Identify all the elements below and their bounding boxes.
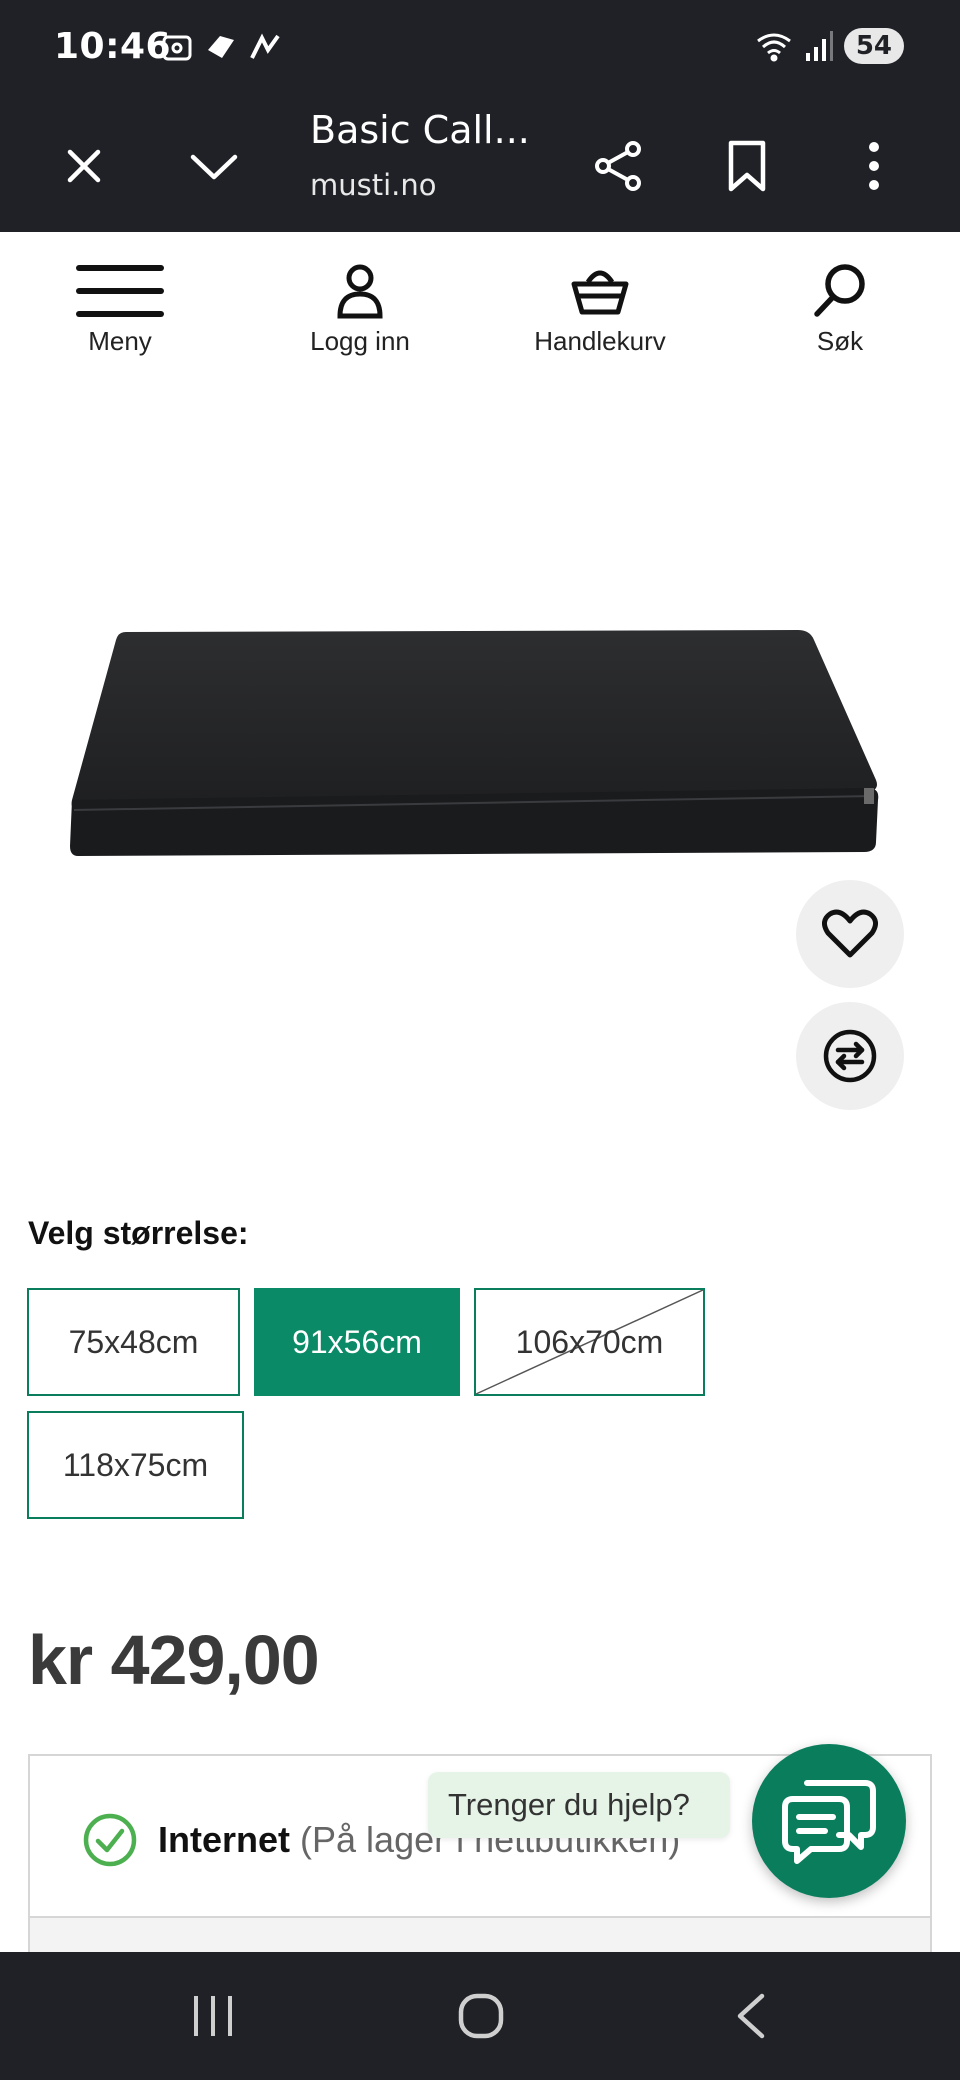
bookmark-icon xyxy=(728,140,766,192)
availability-channel: Internet xyxy=(158,1819,291,1860)
status-right: 54 xyxy=(754,28,904,64)
login-label: Logg inn xyxy=(310,326,410,356)
status-notification-icons xyxy=(160,30,282,64)
back-button[interactable] xyxy=(716,1984,786,2048)
user-icon xyxy=(337,264,383,319)
size-option-118x75[interactable]: 118x75cm xyxy=(27,1411,244,1519)
size-option-label: 75x48cm xyxy=(68,1323,199,1360)
close-button[interactable] xyxy=(54,136,114,196)
collapse-button[interactable] xyxy=(184,136,244,196)
cart-label: Handlekurv xyxy=(534,326,666,356)
heart-icon xyxy=(822,909,878,958)
hamburger-menu-icon xyxy=(76,265,164,317)
home-button[interactable] xyxy=(446,1984,516,2048)
chat-button[interactable] xyxy=(752,1744,906,1898)
product-price: kr 429,00 xyxy=(28,1621,320,1699)
basket-icon xyxy=(571,270,629,315)
size-option-106x70[interactable]: 106x70cm xyxy=(474,1288,705,1396)
size-option-75x48[interactable]: 75x48cm xyxy=(27,1288,240,1396)
menu-label: Meny xyxy=(88,326,152,356)
search-button[interactable]: Søk xyxy=(760,262,920,357)
share-button[interactable] xyxy=(588,136,648,196)
home-icon xyxy=(458,1993,504,2039)
search-label: Søk xyxy=(816,326,864,356)
dog-mattress-image xyxy=(70,630,879,856)
page-title: Basic Call... xyxy=(310,108,530,152)
wifi-icon xyxy=(756,33,791,62)
size-option-label: 118x75cm xyxy=(62,1446,209,1483)
search-icon xyxy=(814,264,865,317)
login-button[interactable]: Logg inn xyxy=(280,262,440,357)
recent-apps-button[interactable] xyxy=(178,1984,248,2048)
help-bubble[interactable]: Trenger du hjelp? xyxy=(428,1772,730,1838)
chat-icon xyxy=(782,1780,876,1864)
screenshot-icon xyxy=(162,35,192,61)
status-bar: 10:46 54 xyxy=(0,0,960,100)
cart-button[interactable]: Handlekurv xyxy=(520,262,680,357)
favorite-button[interactable] xyxy=(796,880,904,988)
page-url[interactable]: musti.no xyxy=(310,168,437,202)
app-notification-icon xyxy=(250,33,280,59)
status-time: 10:46 xyxy=(54,26,172,67)
close-icon xyxy=(67,149,101,183)
size-option-91x56[interactable]: 91x56cm xyxy=(254,1288,460,1396)
share-icon xyxy=(595,141,641,191)
system-nav-bar xyxy=(0,1952,960,2080)
signal-icon xyxy=(805,31,833,61)
menu-button[interactable]: Meny xyxy=(40,262,200,357)
size-option-label: 91x56cm xyxy=(292,1323,422,1360)
back-icon xyxy=(737,1993,765,2039)
size-heading: Velg størrelse: xyxy=(28,1215,249,1251)
recent-apps-icon xyxy=(194,1996,232,2036)
size-option-label: 106x70cm xyxy=(515,1323,664,1360)
app-notification-icon xyxy=(208,36,234,58)
compare-icon xyxy=(823,1029,877,1083)
more-options-button[interactable] xyxy=(844,136,904,196)
compare-button[interactable] xyxy=(796,1002,904,1110)
chevron-down-icon xyxy=(190,154,238,180)
more-vertical-icon xyxy=(869,142,879,190)
bookmark-button[interactable] xyxy=(717,136,777,196)
battery-indicator: 54 xyxy=(843,28,904,64)
check-circle-icon xyxy=(83,1813,137,1867)
